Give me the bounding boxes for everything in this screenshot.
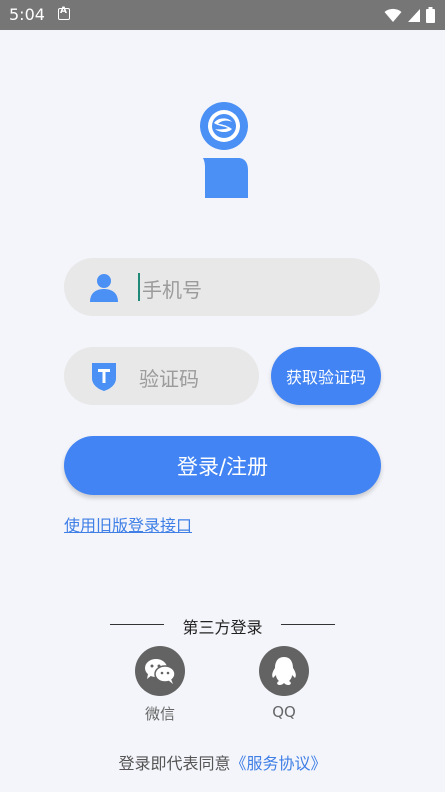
wechat-icon (135, 646, 185, 696)
agreement-prefix: 登录即代表同意 (118, 754, 231, 773)
divider-line-right (281, 624, 335, 625)
wechat-login-button[interactable]: 微信 (130, 646, 190, 724)
text-caret (138, 273, 140, 301)
verification-code-input[interactable]: 验证码 (64, 347, 259, 405)
battery-icon (426, 7, 435, 23)
shield-icon (92, 363, 116, 391)
third-party-title: 第三方登录 (182, 618, 263, 637)
phone-placeholder: 手机号 (142, 278, 202, 302)
login-screen: 5:04 手机号 (0, 0, 445, 792)
code-placeholder: 验证码 (139, 367, 199, 391)
qq-icon (259, 646, 309, 696)
service-agreement-link[interactable]: 《服务协议》 (231, 754, 327, 773)
status-bar: 5:04 (0, 0, 445, 30)
wechat-label: 微信 (144, 705, 175, 723)
phone-input[interactable]: 手机号 (64, 258, 380, 316)
status-time: 5:04 (9, 5, 45, 24)
qq-label: QQ (272, 703, 296, 721)
old-login-link[interactable]: 使用旧版登录接口 (64, 512, 192, 536)
app-logo-icon (200, 102, 248, 198)
wifi-icon (384, 8, 402, 22)
signal-icon (408, 8, 420, 22)
notification-icon (58, 6, 70, 20)
user-icon (90, 274, 118, 302)
get-code-button[interactable]: 获取验证码 (271, 347, 381, 405)
agreement-text: 登录即代表同意《服务协议》 (0, 750, 445, 774)
login-register-button[interactable]: 登录/注册 (64, 436, 381, 495)
third-party-divider: 第三方登录 (110, 614, 335, 637)
qq-login-button[interactable]: QQ (254, 646, 314, 721)
status-icons (384, 7, 435, 23)
